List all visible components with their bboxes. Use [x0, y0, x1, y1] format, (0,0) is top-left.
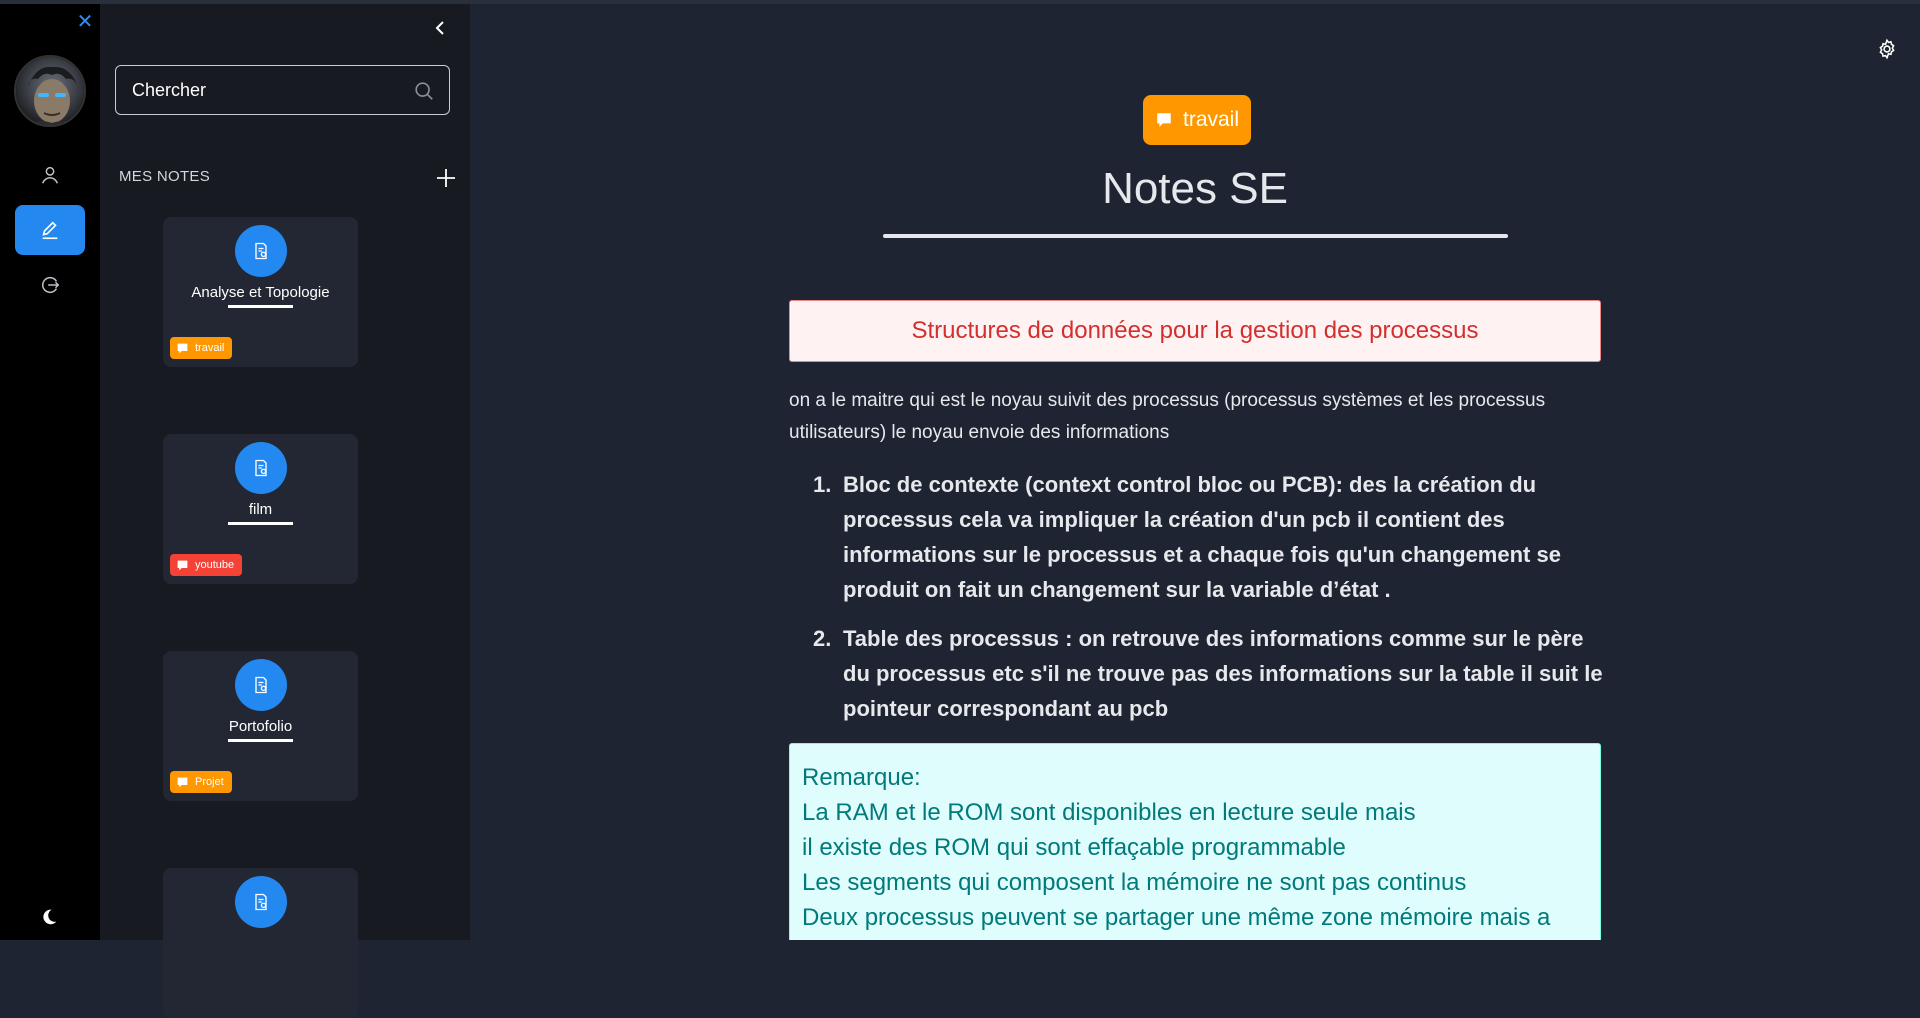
- list-number: 1.: [813, 472, 832, 497]
- note-title: Portofolio: [228, 718, 293, 735]
- note-tag-label: travail: [1183, 108, 1240, 131]
- notes-button[interactable]: [15, 205, 85, 255]
- search-input[interactable]: [116, 66, 396, 114]
- logout-icon: [42, 276, 60, 294]
- remark-line: il existe des ROM qui sont effaçable pro…: [802, 834, 1346, 861]
- chevron-left-icon[interactable]: [430, 16, 450, 40]
- list-text: Table des processus : on retrouve des in…: [843, 626, 1603, 721]
- search-box: [115, 65, 450, 115]
- note-card[interactable]: Analyse et Topologie travail: [163, 217, 358, 367]
- moon-icon[interactable]: [38, 906, 60, 928]
- note-underline: [228, 739, 293, 742]
- list-item[interactable]: 1. Bloc de contexte (context control blo…: [789, 467, 1609, 607]
- note-tag: youtube: [170, 554, 243, 576]
- note-icon: [235, 442, 287, 494]
- list-item[interactable]: 2. Table des processus : on retrouve des…: [789, 621, 1609, 726]
- note-tag-label: travail: [195, 342, 225, 354]
- note-card[interactable]: film youtube: [163, 434, 358, 584]
- avatar[interactable]: [14, 55, 86, 127]
- note-tag: travail: [170, 337, 233, 359]
- note-tag-label: youtube: [195, 559, 235, 571]
- note-title: film: [248, 501, 273, 518]
- note-underline: [228, 522, 293, 525]
- notes-sidebar: MES NOTES Analyse et Topologie travail f…: [100, 4, 470, 1018]
- note-tag-pill[interactable]: travail: [1143, 95, 1252, 145]
- profile-button[interactable]: [15, 150, 85, 200]
- section-title: MES NOTES: [119, 168, 211, 185]
- remark-line: La RAM et le ROM sont disponibles en lec…: [802, 799, 1416, 826]
- nav-rail: ✕: [0, 4, 100, 940]
- edit-icon: [42, 221, 58, 240]
- note-editor: travail Notes SE Structures de données p…: [470, 4, 1920, 940]
- page-title[interactable]: Notes SE: [470, 164, 1920, 214]
- intro-paragraph[interactable]: on a le maitre qui est le noyau suivit d…: [789, 385, 1609, 449]
- note-icon: [235, 225, 287, 277]
- note-icon: [235, 659, 287, 711]
- logout-button[interactable]: [15, 260, 85, 310]
- search-icon[interactable]: [413, 80, 435, 102]
- remark-box[interactable]: Remarque: La RAM et le ROM sont disponib…: [789, 743, 1601, 940]
- remark-line: Remarque:: [802, 764, 921, 791]
- comment-icon: [177, 560, 188, 570]
- close-icon[interactable]: ✕: [75, 12, 95, 32]
- remark-line: Deux processus peuvent se partager une m…: [802, 904, 1551, 931]
- remark-line: Les segments qui composent la mémoire ne…: [802, 869, 1467, 896]
- title-divider: [883, 234, 1508, 238]
- numbered-list: 1. Bloc de contexte (context control blo…: [789, 467, 1609, 740]
- comment-icon: [177, 777, 188, 787]
- add-note-button[interactable]: [435, 167, 457, 189]
- note-tag: Projet: [170, 771, 232, 793]
- note-tag-label: Projet: [195, 776, 224, 788]
- note-card[interactable]: Portofolio Projet: [163, 651, 358, 801]
- note-title: Analyse et Topologie: [191, 284, 330, 301]
- note-card[interactable]: [163, 868, 358, 1018]
- note-underline: [228, 305, 293, 308]
- heading-box[interactable]: Structures de données pour la gestion de…: [789, 300, 1601, 362]
- comment-icon: [177, 343, 188, 353]
- list-number: 2.: [813, 626, 832, 651]
- note-icon: [235, 876, 287, 928]
- comment-icon: [1157, 113, 1171, 127]
- user-icon: [41, 166, 59, 184]
- list-text: Bloc de contexte (context control bloc o…: [843, 472, 1561, 602]
- gear-icon[interactable]: [1876, 38, 1898, 60]
